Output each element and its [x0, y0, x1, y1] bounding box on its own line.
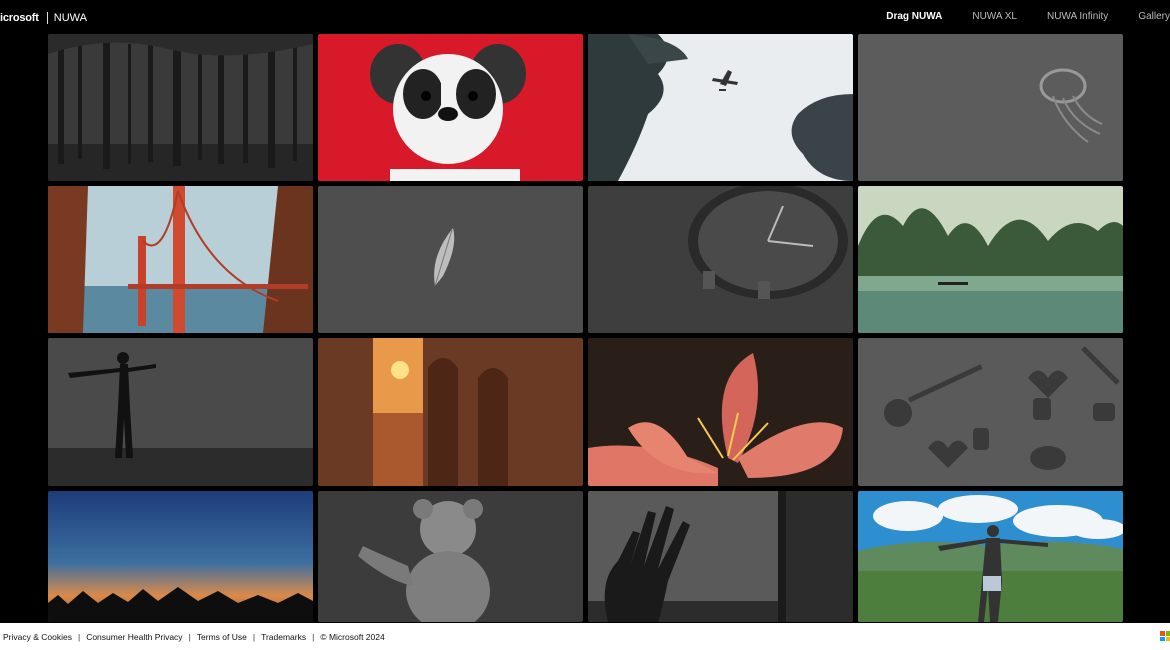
footer-link-trademarks[interactable]: Trademarks: [261, 632, 306, 642]
gallery-tile-karst-lake[interactable]: [858, 186, 1123, 333]
microsoft-wordmark[interactable]: icrosoft: [0, 12, 39, 24]
logo-square-green: [1165, 631, 1170, 636]
forest-image: [48, 34, 313, 181]
nav-gallery[interactable]: Gallery: [1138, 11, 1170, 22]
jellyfish-image: [858, 34, 1123, 181]
copyright-text: © Microsoft 2024: [320, 631, 385, 642]
airplane-image: [588, 34, 853, 181]
man-image: [858, 491, 1123, 622]
footer-link-terms[interactable]: Terms of Use: [197, 632, 247, 642]
logo-square-yellow: [1165, 636, 1170, 641]
footer-links: Privacy & Cookies | Consumer Health Priv…: [0, 632, 385, 642]
gallery-tile-jellyfish[interactable]: [858, 34, 1123, 181]
gallery-tile-feather[interactable]: [318, 186, 583, 333]
brand[interactable]: icrosoft NUWA: [0, 11, 87, 25]
footer-separator: |: [312, 631, 315, 642]
gallery-tile-airplane[interactable]: [588, 34, 853, 181]
gallery-tile-candy[interactable]: [858, 338, 1123, 486]
nav-nuwa-xl[interactable]: NUWA XL: [972, 11, 1017, 22]
image-gallery-grid: [48, 34, 1123, 623]
microsoft-logo-icon[interactable]: [1160, 631, 1170, 641]
watch-image: [588, 186, 853, 333]
candy-image: [858, 338, 1123, 486]
gallery-tile-watch[interactable]: [588, 186, 853, 333]
gallery-tile-bridge[interactable]: [48, 186, 313, 333]
teddy-image: [318, 491, 583, 622]
footer-separator: |: [77, 631, 81, 642]
flower-image: [588, 338, 853, 486]
gallery-tile-silhouette[interactable]: [48, 338, 313, 486]
footer-separator: |: [188, 631, 191, 642]
hand-image: [588, 491, 853, 622]
logo-square-blue: [1160, 636, 1165, 641]
footer: Privacy & Cookies | Consumer Health Priv…: [0, 623, 1170, 650]
main-nav: Drag NUWA NUWA XL NUWA Infinity Gallery: [886, 11, 1170, 22]
landscape-image: [858, 186, 1123, 333]
nav-drag-nuwa[interactable]: Drag NUWA: [886, 11, 942, 22]
footer-link-privacy[interactable]: Privacy & Cookies: [3, 632, 72, 642]
feather-image: [318, 186, 583, 333]
bridge-image: [48, 186, 313, 333]
footer-separator: |: [252, 631, 256, 642]
product-name[interactable]: NUWA: [54, 12, 87, 24]
gallery-tile-lily[interactable]: [588, 338, 853, 486]
gallery-tile-forest[interactable]: [48, 34, 313, 181]
gallery-tile-hand-window[interactable]: [588, 491, 853, 622]
sky-image: [48, 491, 313, 622]
top-nav-bar: icrosoft NUWA Drag NUWA NUWA XL NUWA Inf…: [0, 0, 1170, 34]
gallery-tile-teddy-bear[interactable]: [318, 491, 583, 622]
alley-image: [318, 338, 583, 486]
nav-nuwa-infinity[interactable]: NUWA Infinity: [1047, 11, 1108, 22]
logo-square-red: [1160, 631, 1165, 636]
footer-link-health-privacy[interactable]: Consumer Health Privacy: [86, 632, 182, 642]
brand-divider: [46, 12, 48, 24]
gallery-tile-man-mountains[interactable]: [858, 491, 1123, 622]
dog-image: [318, 34, 583, 181]
person-image: [48, 338, 313, 486]
gallery-tile-sunset-alley[interactable]: [318, 338, 583, 486]
gallery-tile-puppy[interactable]: [318, 34, 583, 181]
gallery-tile-starry-sky[interactable]: [48, 491, 313, 622]
